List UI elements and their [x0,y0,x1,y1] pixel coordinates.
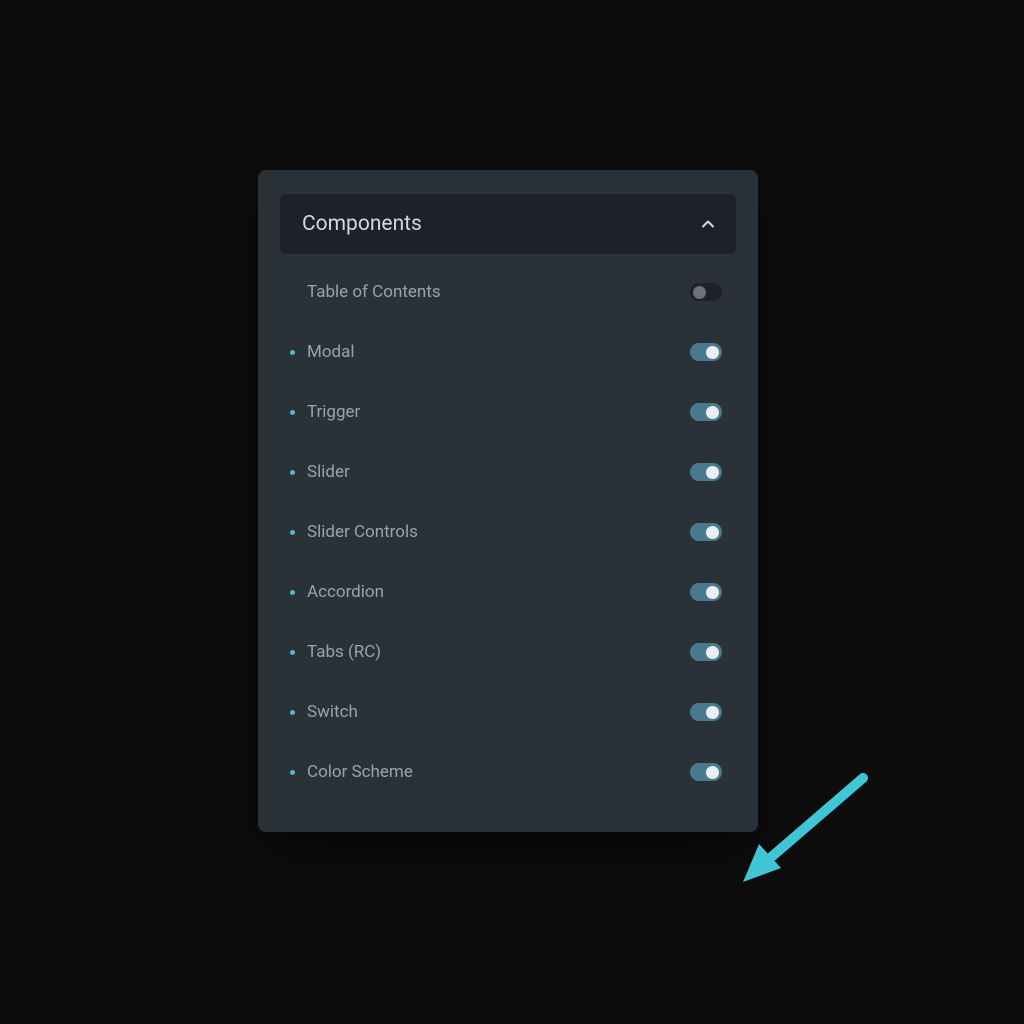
list-item: Slider Controls [288,502,728,562]
list-item-label: Slider [307,462,350,482]
toggle-table-of-contents[interactable] [690,283,722,301]
list-item-label: Switch [307,702,358,722]
toggle-handle [706,526,719,539]
components-items-list: Table of Contents Modal Trigger Slider Slide… [280,254,736,802]
list-item-label: Table of Contents [307,282,441,302]
list-item-left: Table of Contents [290,282,441,302]
toggle-tabs-rc-[interactable] [690,643,722,661]
list-item: Modal [288,322,728,382]
bullet-icon [290,410,295,415]
chevron-up-icon [702,216,714,232]
list-item: Tabs (RC) [288,622,728,682]
toggle-accordion[interactable] [690,583,722,601]
section-title: Components [302,212,422,236]
list-item: Switch [288,682,728,742]
list-item-left: Switch [290,702,358,722]
toggle-color-scheme[interactable] [690,763,722,781]
toggle-slider-controls[interactable] [690,523,722,541]
list-item: Trigger [288,382,728,442]
list-item-left: Color Scheme [290,762,413,782]
components-panel: Components Table of Contents Modal Trigger… [258,170,758,832]
list-item: Slider [288,442,728,502]
list-item-label: Color Scheme [307,762,413,782]
list-item-label: Trigger [307,402,360,422]
section-header-components[interactable]: Components [280,194,736,254]
annotation-arrow-icon [743,768,883,892]
list-item: Color Scheme [288,742,728,802]
toggle-handle [706,406,719,419]
list-item-label: Accordion [307,582,384,602]
list-item: Table of Contents [288,262,728,322]
list-item: Accordion [288,562,728,622]
toggle-slider[interactable] [690,463,722,481]
bullet-icon [290,350,295,355]
toggle-handle [706,346,719,359]
toggle-handle [706,646,719,659]
bullet-icon [290,530,295,535]
bullet-icon [290,650,295,655]
list-item-left: Tabs (RC) [290,642,381,662]
list-item-label: Modal [307,342,355,362]
list-item-left: Slider Controls [290,522,418,542]
bullet-icon [290,590,295,595]
list-item-label: Tabs (RC) [307,642,381,662]
list-item-left: Accordion [290,582,384,602]
bullet-icon [290,470,295,475]
toggle-switch[interactable] [690,703,722,721]
bullet-icon [290,770,295,775]
toggle-handle [706,466,719,479]
toggle-handle [706,706,719,719]
list-item-left: Modal [290,342,355,362]
list-item-left: Slider [290,462,350,482]
toggle-handle [706,766,719,779]
bullet-icon [290,710,295,715]
list-item-label: Slider Controls [307,522,418,542]
toggle-modal[interactable] [690,343,722,361]
list-item-left: Trigger [290,402,360,422]
toggle-handle [706,586,719,599]
toggle-trigger[interactable] [690,403,722,421]
toggle-handle [693,286,706,299]
